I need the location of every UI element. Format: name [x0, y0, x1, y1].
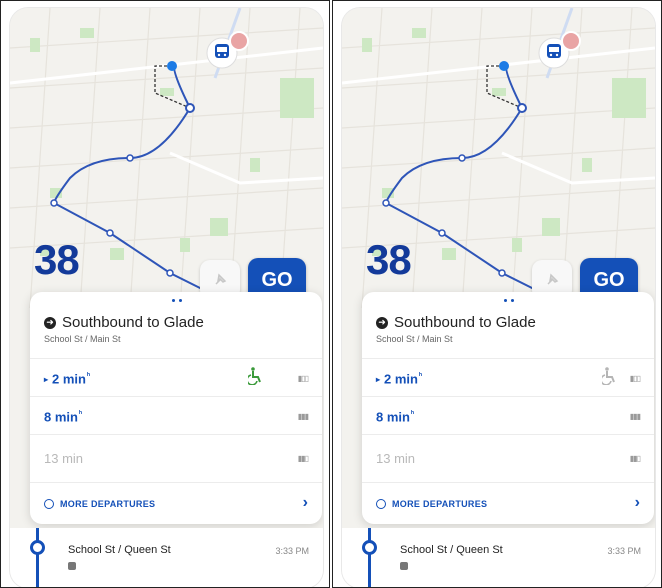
- wheelchair-icon: [248, 367, 261, 385]
- screenshot-right: 38 GO ➜ Southbound to Glade School St / …: [332, 0, 662, 588]
- occupancy-icon: ▮▮▮: [629, 412, 641, 421]
- phone-screen: 38 GO ➜ Southbound to Glade School St / …: [10, 8, 323, 587]
- chevron-right-icon: ›: [302, 494, 308, 511]
- occupancy-icon: ▮▯▯: [297, 374, 309, 383]
- wheelchair-icon: [602, 367, 615, 385]
- screenshot-left: 38 GO ➜ Southbound to Glade School St / …: [0, 0, 330, 588]
- route-line: [368, 528, 371, 587]
- departure-time: 13 min: [44, 451, 84, 466]
- more-departures-link[interactable]: MORE DEPARTURES ›: [30, 482, 322, 525]
- departure-time: 8 min: [44, 409, 78, 425]
- chevron-right-icon: ›: [634, 494, 640, 511]
- next-stop-name: School St / Queen St: [400, 544, 503, 556]
- departure-row[interactable]: 8 minʰ ▮▮▮: [362, 396, 654, 435]
- occupancy-icon: ▮▯▯: [629, 374, 641, 383]
- realtime-icon: ʰ: [86, 371, 90, 380]
- stop-marker: [362, 540, 377, 555]
- card-handle[interactable]: [504, 299, 514, 302]
- direction-arrow-icon: ➜: [44, 316, 56, 329]
- route-number: 38: [366, 236, 412, 283]
- realtime-icon: ʰ: [410, 409, 414, 418]
- info-icon: [376, 499, 386, 509]
- card-handle[interactable]: [172, 299, 182, 302]
- departure-time: 13 min: [376, 451, 416, 466]
- realtime-icon: ʰ: [78, 409, 82, 418]
- occupancy-icon: ▮▮▮: [297, 412, 309, 421]
- info-icon: [44, 499, 54, 509]
- stop-subtitle: School St / Main St: [376, 334, 453, 344]
- next-stop-time: 3:33 PM: [607, 546, 641, 556]
- occupancy-icon: ▮▮▯: [297, 454, 309, 463]
- departure-row[interactable]: 8 minʰ ▮▮▮: [30, 396, 322, 435]
- departure-row[interactable]: 13 min ▮▮▯: [30, 434, 322, 483]
- next-stop-time: 3:33 PM: [275, 546, 309, 556]
- departure-row[interactable]: 13 min ▮▮▯: [362, 434, 654, 483]
- bus-small-icon: [400, 562, 408, 570]
- pin-icon: [547, 273, 559, 285]
- departures-card: ➜ Southbound to Glade School St / Main S…: [30, 292, 322, 524]
- occupancy-icon: ▮▮▯: [629, 454, 641, 463]
- next-stop-name: School St / Queen St: [68, 544, 171, 556]
- next-stop-row[interactable]: School St / Queen St 3:33 PM: [342, 528, 655, 587]
- direction-title: Southbound to Glade: [394, 314, 536, 331]
- direction-row: ➜ Southbound to Glade: [376, 314, 536, 331]
- departure-time: 2 min: [384, 371, 418, 387]
- pin-icon: [215, 273, 227, 285]
- more-departures-label: MORE DEPARTURES: [60, 499, 156, 509]
- stop-marker: [30, 540, 45, 555]
- departure-time: 2 min: [52, 371, 86, 387]
- route-line: [36, 528, 39, 587]
- stop-subtitle: School St / Main St: [44, 334, 121, 344]
- departure-time: 8 min: [376, 409, 410, 425]
- next-stop-row[interactable]: School St / Queen St 3:33 PM: [10, 528, 323, 587]
- departure-row[interactable]: ▸ 2 minʰ ▮▯▯: [362, 358, 654, 397]
- phone-screen: 38 GO ➜ Southbound to Glade School St / …: [342, 8, 655, 587]
- route-number: 38: [34, 236, 80, 283]
- direction-row: ➜ Southbound to Glade: [44, 314, 204, 331]
- bus-small-icon: [68, 562, 76, 570]
- more-departures-label: MORE DEPARTURES: [392, 499, 488, 509]
- realtime-icon: ʰ: [418, 371, 422, 380]
- direction-title: Southbound to Glade: [62, 314, 204, 331]
- more-departures-link[interactable]: MORE DEPARTURES ›: [362, 482, 654, 525]
- departure-row[interactable]: ▸ 2 minʰ ▮▯▯: [30, 358, 322, 397]
- departures-card: ➜ Southbound to Glade School St / Main S…: [362, 292, 654, 524]
- direction-arrow-icon: ➜: [376, 316, 388, 329]
